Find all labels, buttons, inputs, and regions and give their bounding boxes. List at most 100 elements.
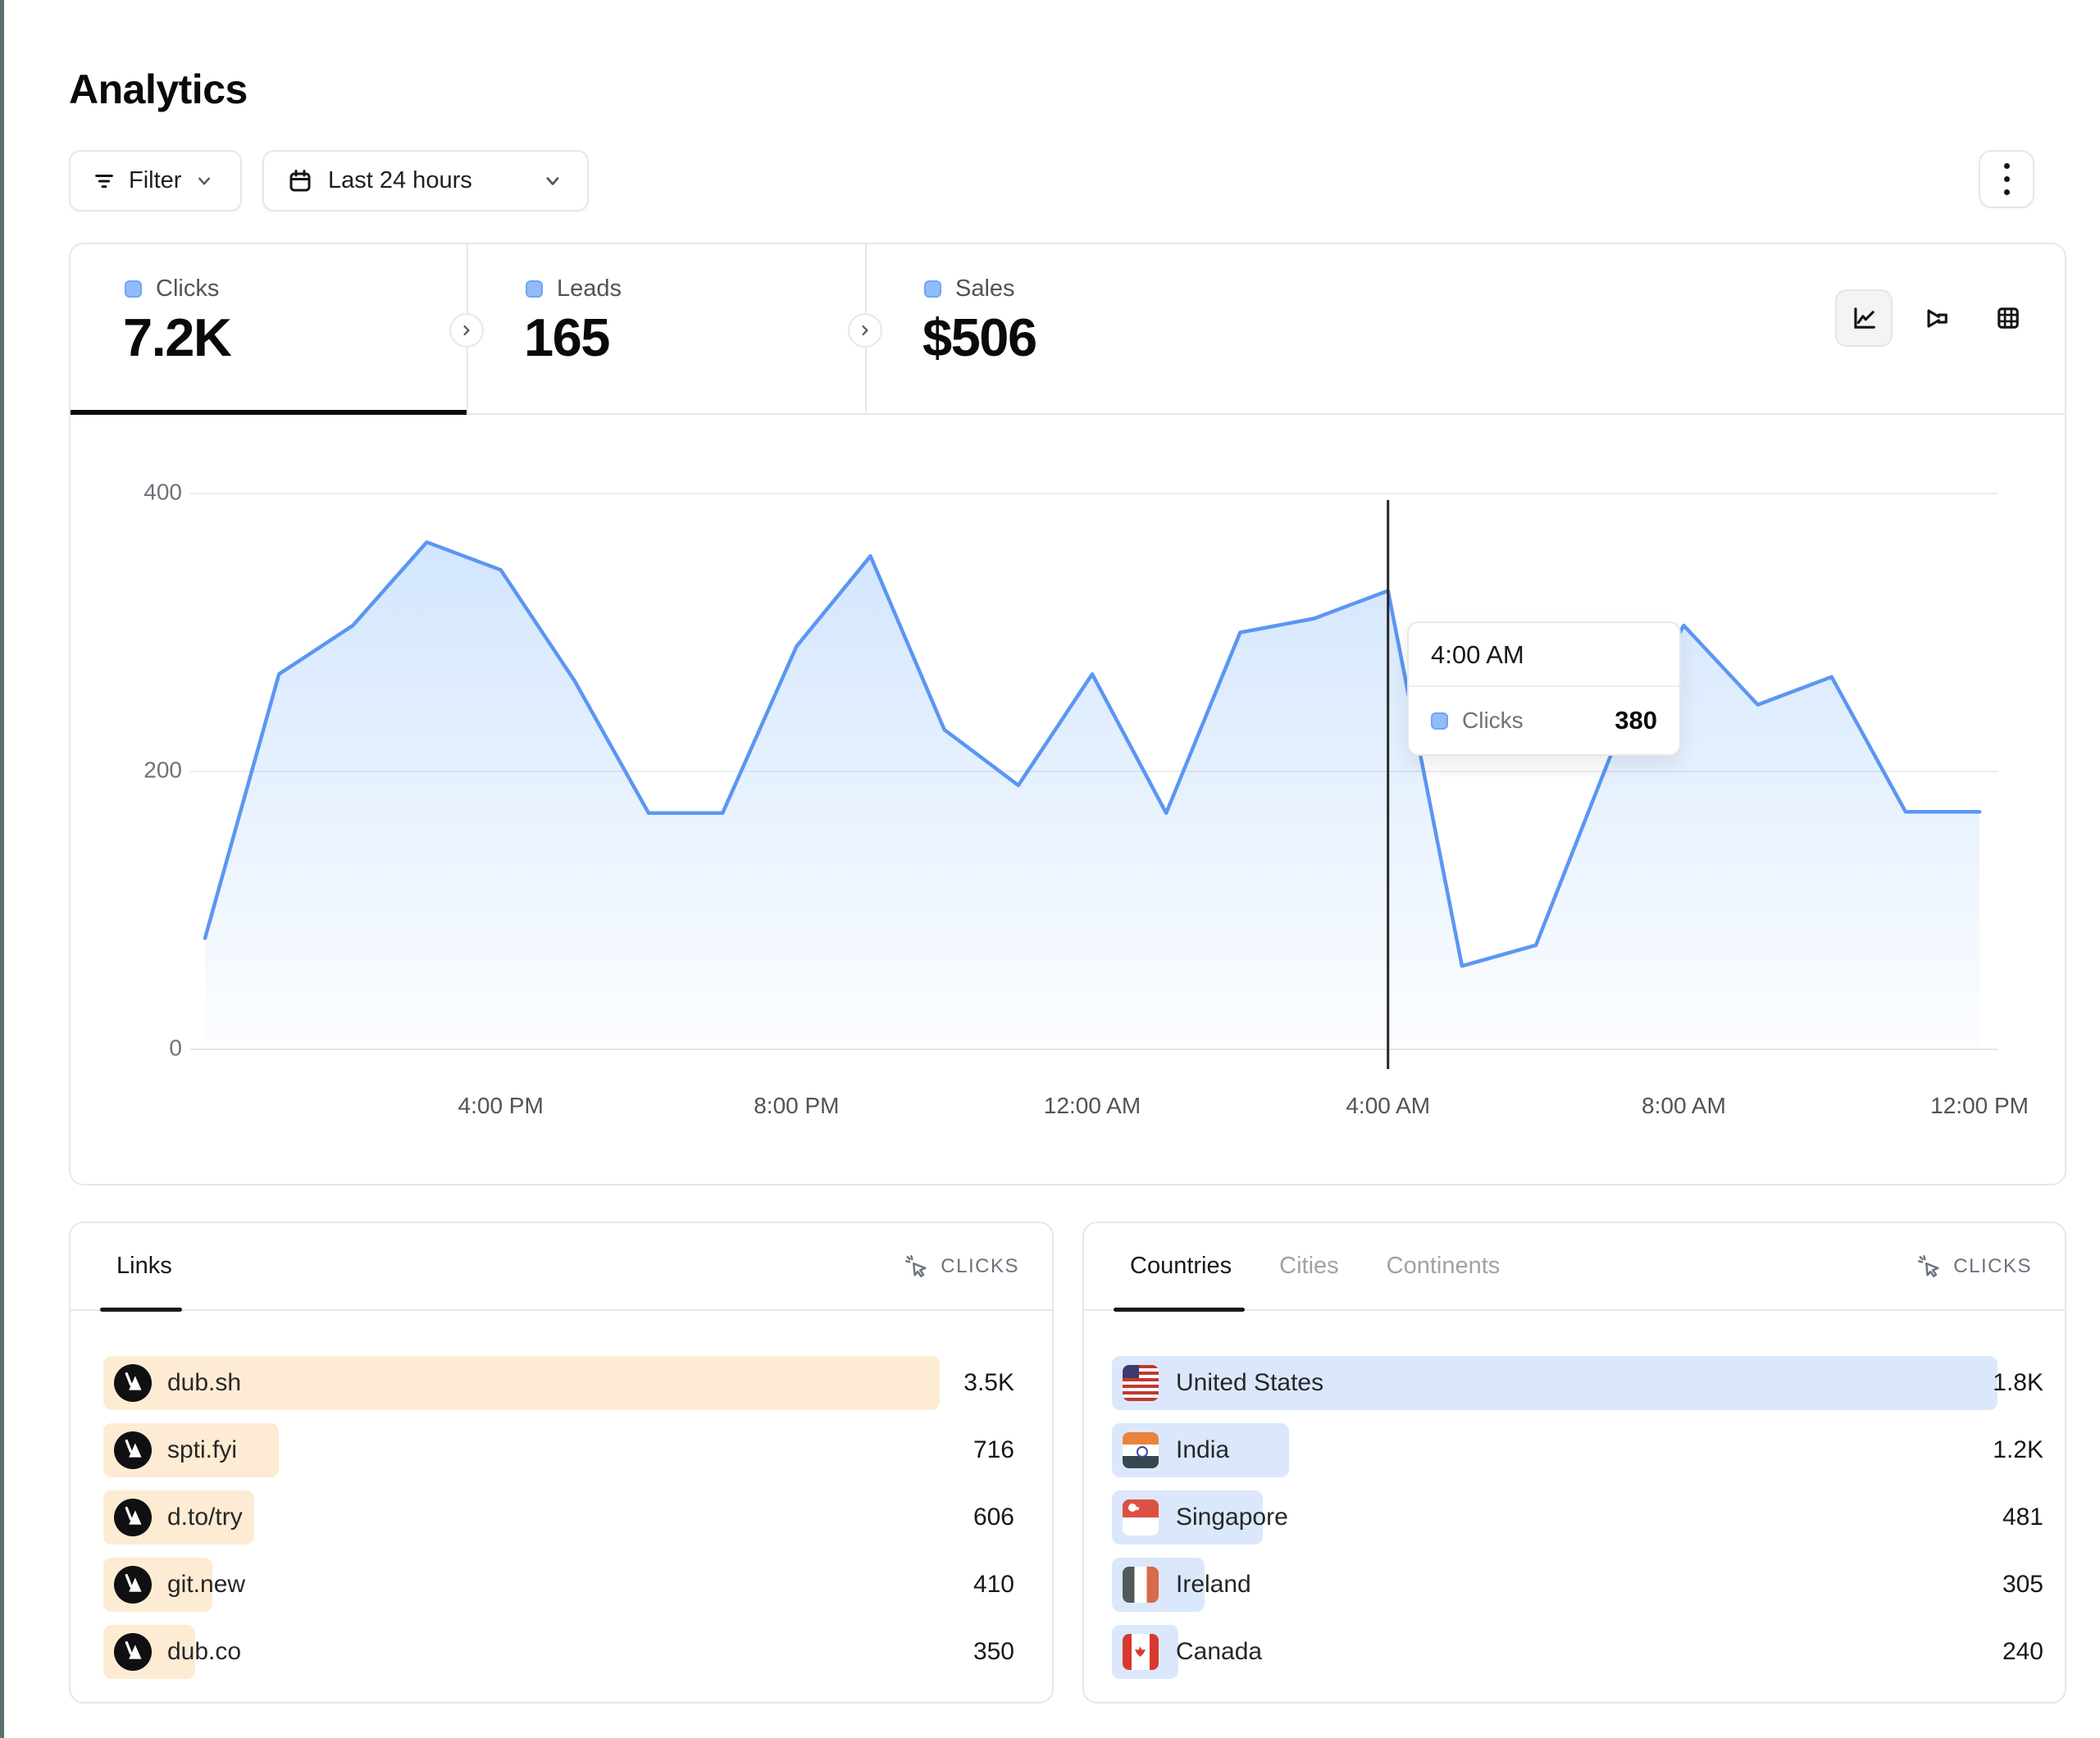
sales-marker-icon	[924, 280, 941, 298]
clicks-marker-icon	[1431, 712, 1448, 730]
list-item[interactable]: git.new 410	[103, 1558, 1014, 1612]
list-item[interactable]: dub.co 350	[103, 1625, 1014, 1679]
analytics-page: Analytics Filter Last 24 hours	[0, 0, 2100, 1738]
leads-marker-icon	[526, 280, 543, 298]
list-item-label: United States	[1176, 1369, 1323, 1397]
chart-type-switcher	[1835, 289, 2037, 347]
stat-label: Sales	[955, 275, 1015, 303]
list-item[interactable]: India 1.2K	[1112, 1423, 2043, 1477]
analytics-card: Clicks 7.2K Leads 165 Sales $506	[69, 243, 2066, 1185]
chevron-down-icon	[541, 170, 564, 193]
links-panel-header: Links CLICKS	[71, 1223, 1052, 1311]
chart-canvas: 40020004:00 PM8:00 PM12:00 AM4:00 AM8:00…	[71, 415, 2065, 1185]
list-item-value: 1.8K	[1993, 1369, 2043, 1397]
tab-leads[interactable]: Leads 165	[468, 244, 865, 413]
links-metric-selector[interactable]: CLICKS	[904, 1223, 1019, 1309]
tab-countries[interactable]: Countries	[1130, 1253, 1232, 1280]
links-panel: Links CLICKS dub.sh 3.5K	[69, 1222, 1054, 1704]
list-item-label: Ireland	[1176, 1571, 1251, 1599]
clicks-marker-icon	[125, 280, 142, 298]
table-view-toggle[interactable]	[1979, 289, 2037, 347]
list-item-label: Singapore	[1176, 1504, 1288, 1531]
list-item-value: 305	[2002, 1571, 2043, 1599]
filter-icon	[92, 169, 116, 193]
list-item-label: Canada	[1176, 1638, 1262, 1666]
filter-button-label: Filter	[129, 167, 181, 194]
countries-panel: Countries Cities Continents CLICKS Unite…	[1082, 1222, 2066, 1704]
x-axis-label: 4:00 PM	[458, 1093, 544, 1118]
tab-links[interactable]: Links	[116, 1253, 172, 1280]
list-item-label: git.new	[167, 1571, 245, 1599]
dub-logo-icon	[114, 1364, 152, 1402]
list-item-value: 350	[973, 1638, 1014, 1666]
list-item[interactable]: dub.sh 3.5K	[103, 1356, 1014, 1410]
active-tab-underline	[100, 1308, 182, 1312]
table-grid-icon	[1993, 303, 2024, 334]
list-item-value: 1.2K	[1993, 1436, 2043, 1464]
list-item[interactable]: Canada 240	[1112, 1625, 2043, 1679]
list-item[interactable]: Ireland 305	[1112, 1558, 2043, 1612]
list-item-label: d.to/try	[167, 1504, 243, 1531]
dub-logo-avatar	[114, 1364, 152, 1402]
list-item-label: India	[1176, 1436, 1229, 1464]
left-edge-strip	[0, 0, 4, 1738]
list-item[interactable]: d.to/try 606	[103, 1490, 1014, 1545]
tooltip-series-label: Clicks	[1462, 707, 1601, 734]
links-list: dub.sh 3.5K spti.fyi 716 d.to/try 606 gi…	[103, 1356, 1014, 1679]
stat-value: $506	[922, 307, 1036, 368]
x-axis-label: 4:00 AM	[1346, 1093, 1430, 1118]
calendar-icon	[287, 168, 313, 194]
funnel-view-toggle[interactable]	[1907, 289, 1965, 347]
filter-button[interactable]: Filter	[69, 150, 242, 212]
metric-label: CLICKS	[1953, 1255, 2032, 1278]
cursor-click-icon	[904, 1253, 930, 1280]
tab-cities[interactable]: Cities	[1279, 1253, 1339, 1280]
chevron-right-icon	[458, 322, 475, 339]
countries-list: United States 1.8K India 1.2K Singapore …	[1112, 1356, 2043, 1679]
date-range-label: Last 24 hours	[328, 167, 472, 194]
dub-logo-avatar	[114, 1566, 152, 1604]
clicks-timeseries-chart[interactable]: 40020004:00 PM8:00 PM12:00 AM4:00 AM8:00…	[71, 415, 2065, 1185]
dub-logo-icon	[114, 1431, 152, 1469]
expand-clicks-chevron[interactable]	[449, 313, 484, 348]
y-axis-label: 0	[169, 1035, 182, 1060]
tab-continents[interactable]: Continents	[1387, 1253, 1501, 1280]
ca-flag-icon	[1123, 1634, 1159, 1670]
list-item[interactable]: United States 1.8K	[1112, 1356, 2043, 1410]
stat-label: Leads	[557, 275, 622, 303]
page-title: Analytics	[69, 66, 248, 113]
metric-label: CLICKS	[941, 1255, 1019, 1278]
list-item-value: 606	[973, 1504, 1014, 1531]
list-item-value: 481	[2002, 1504, 2043, 1531]
countries-metric-selector[interactable]: CLICKS	[1916, 1223, 2032, 1309]
list-item[interactable]: Singapore 481	[1112, 1490, 2043, 1545]
chart-area-fill	[205, 542, 1979, 1049]
stats-tabs-row: Clicks 7.2K Leads 165 Sales $506	[71, 244, 2065, 415]
tab-sales[interactable]: Sales $506	[867, 244, 1277, 413]
dub-logo-avatar	[114, 1499, 152, 1536]
list-item[interactable]: spti.fyi 716	[103, 1423, 1014, 1477]
line-chart-toggle[interactable]	[1835, 289, 1893, 347]
y-axis-label: 200	[143, 757, 182, 782]
list-item-value: 240	[2002, 1638, 2043, 1666]
date-range-button[interactable]: Last 24 hours	[262, 150, 589, 212]
expand-leads-chevron[interactable]	[848, 313, 882, 348]
x-axis-label: 12:00 AM	[1044, 1093, 1141, 1118]
x-axis-label: 8:00 PM	[754, 1093, 839, 1118]
kebab-menu-icon	[2004, 163, 2010, 195]
tooltip-time: 4:00 AM	[1409, 623, 1679, 687]
funnel-icon	[1920, 303, 1952, 334]
dub-logo-avatar	[114, 1633, 152, 1671]
more-options-button[interactable]	[1979, 150, 2034, 208]
line-chart-icon	[1848, 303, 1879, 334]
list-item-value: 410	[973, 1571, 1014, 1599]
countries-panel-header: Countries Cities Continents CLICKS	[1084, 1223, 2065, 1311]
stat-value: 165	[524, 307, 609, 368]
list-item-label: spti.fyi	[167, 1436, 237, 1464]
dub-logo-avatar	[114, 1431, 152, 1469]
us-flag-icon	[1123, 1365, 1159, 1401]
list-item-value: 716	[973, 1436, 1014, 1464]
chevron-right-icon	[857, 322, 873, 339]
list-item-label: dub.sh	[167, 1369, 241, 1397]
tab-clicks[interactable]: Clicks 7.2K	[71, 244, 467, 413]
